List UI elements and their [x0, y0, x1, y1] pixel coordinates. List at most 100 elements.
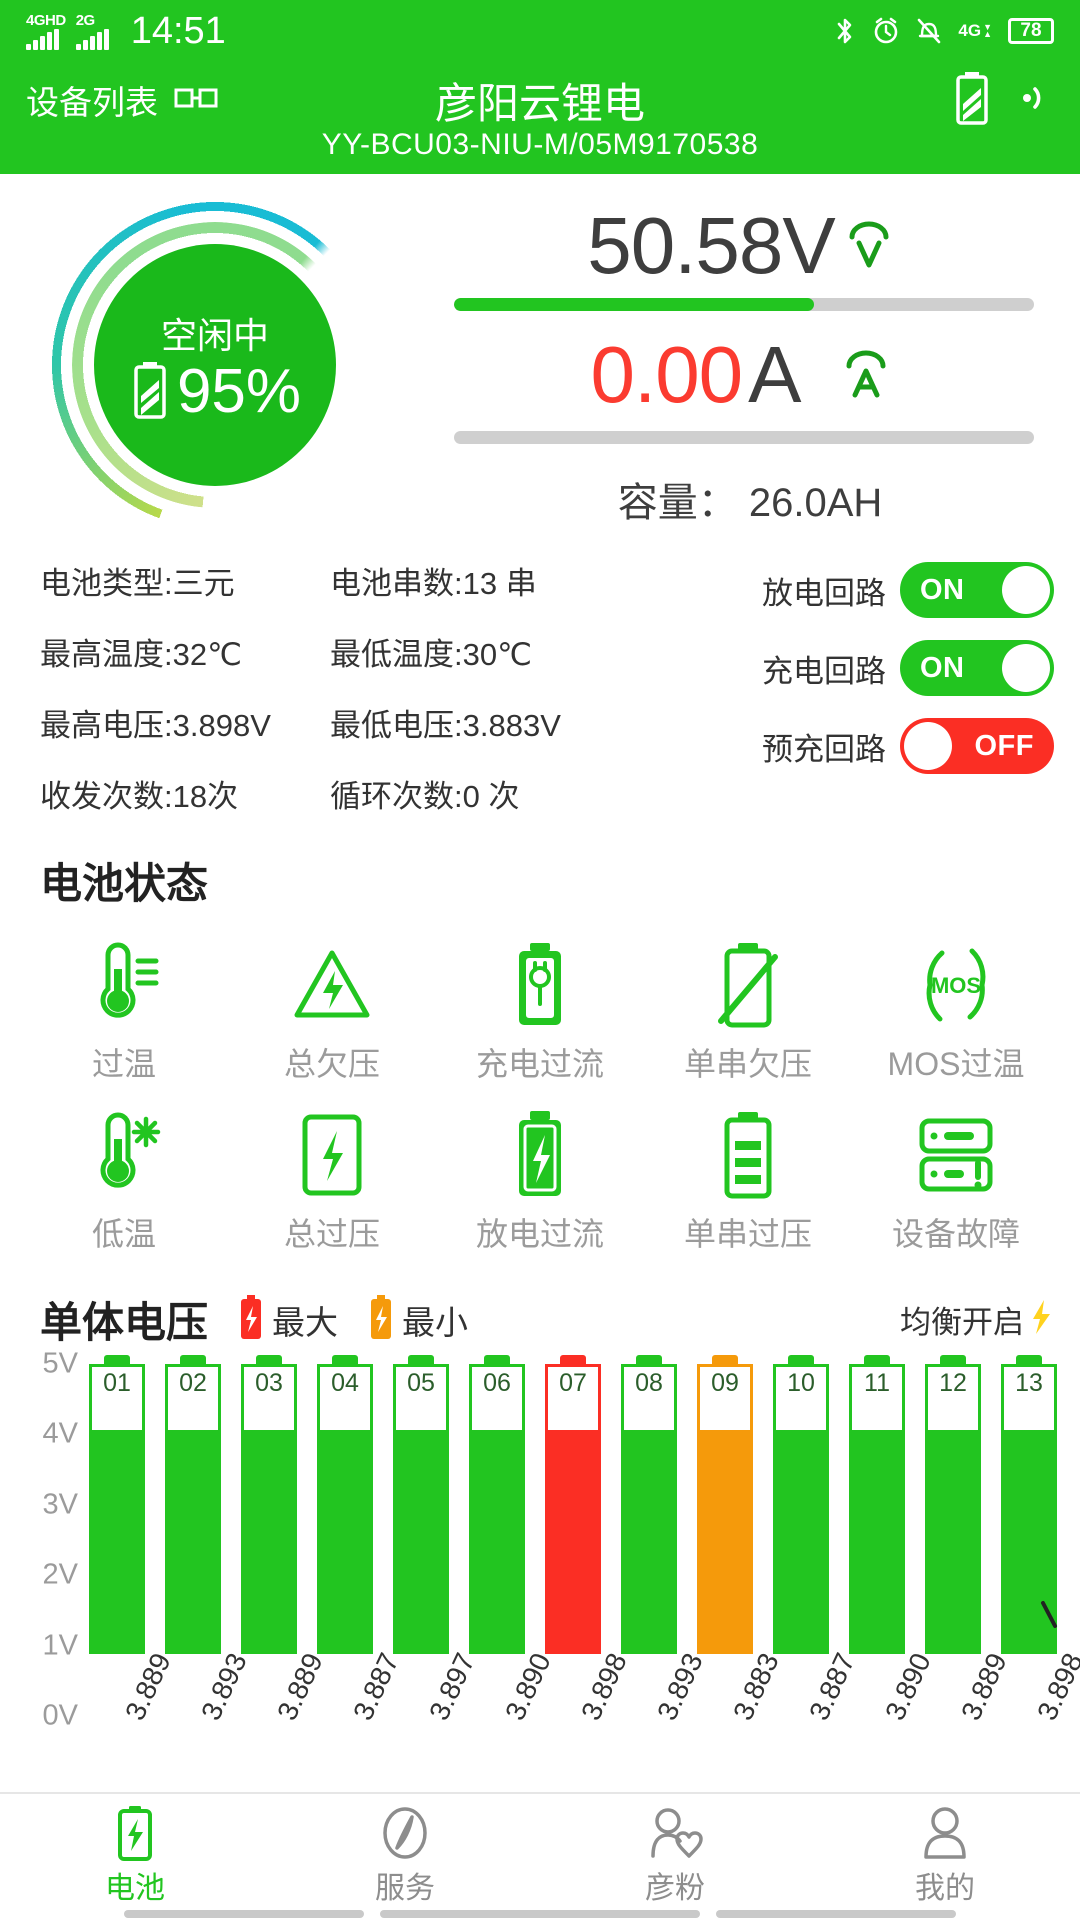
battery-icon[interactable] [952, 71, 992, 130]
cell-bar-column[interactable]: 07 3.898 [542, 1355, 633, 1725]
y-axis-tick: 4V [42, 1417, 78, 1450]
app-screen: 4GHD 2G 14:51 4G ▼ ▲ 78 设备列表 彦阳云锂电 YY-BC… [0, 0, 1080, 1920]
battery-bolt-icon [116, 1806, 154, 1861]
cell-bar-fill [776, 1430, 826, 1651]
signal-bars-secondary [75, 29, 109, 50]
battery-cap [788, 1355, 814, 1367]
cell-voltage-chart: 5V 4V 3V 2V 1V 0V 01 3.889 02 3.893 03 3.889 04 3.88… [0, 1347, 1080, 1750]
discharge-circuit-state: ON [920, 573, 965, 606]
battery-percent-text: 95% [176, 357, 302, 426]
nav-item-mine[interactable]: 我的 [810, 1807, 1080, 1907]
nav-item-service[interactable]: 服务 [270, 1807, 540, 1907]
status-item-over-temp[interactable]: 过温 [20, 929, 228, 1099]
toggle-knob [904, 722, 952, 770]
status-label: 单串过压 [683, 1216, 812, 1252]
soc-gauge: 空闲中 95% [50, 200, 380, 530]
cell-bar-column[interactable]: 01 3.889 [86, 1355, 177, 1725]
cell-voltage-header: 单体电压 最大 最小 均衡开启 [0, 1269, 1080, 1350]
battery-cap [560, 1355, 586, 1367]
cell-index-label: 13 [1015, 1369, 1043, 1397]
soc-gauge-wrap: 空闲中 95% [0, 200, 430, 530]
alarm-icon [872, 17, 900, 45]
cell-bar-column[interactable]: 13 3.898 [998, 1355, 1080, 1725]
status-item-charge-overcurrent[interactable]: 充电过流 [436, 929, 644, 1099]
cell-battery-bar: 05 [393, 1355, 449, 1654]
battery-slash-icon [713, 939, 783, 1031]
status-item-total-undervoltage[interactable]: 总欠压 [228, 929, 436, 1099]
capacity-text: 容量： 26.0AH [617, 481, 883, 525]
cell-bar-column[interactable]: 09 3.883 [694, 1355, 785, 1725]
device-id: YY-BCU03-NIU-M/05M9170538 [321, 128, 759, 161]
status-item-total-overvoltage[interactable]: 总过压 [228, 1099, 436, 1269]
devices-icon [174, 85, 218, 116]
battery-cap [256, 1355, 282, 1367]
status-label: 充电过流 [475, 1046, 604, 1082]
battery-plug-icon [505, 939, 575, 1031]
cell-bar-fill [244, 1430, 294, 1651]
device-list-button[interactable]: 设备列表 [26, 76, 218, 124]
param-series-count: 电池串数:13 串 [330, 566, 537, 601]
cell-battery-bar: 03 [241, 1355, 297, 1654]
cell-bar-fill [168, 1429, 218, 1651]
nav-item-fans[interactable]: 彦粉 [540, 1807, 810, 1907]
battery-cap [408, 1355, 434, 1367]
cell-bar-fill [852, 1430, 902, 1651]
cell-bar-column[interactable]: 04 3.887 [314, 1355, 405, 1725]
cell-bar-column[interactable]: 08 3.893 [618, 1355, 709, 1725]
precharge-circuit-toggle[interactable]: OFF [900, 718, 1054, 774]
battery-cap [1016, 1355, 1042, 1367]
cell-bar-column[interactable]: 06 3.890 [466, 1355, 557, 1725]
charge-circuit-label: 充电回路 [762, 653, 886, 689]
status-label: MOS过温 [887, 1046, 1025, 1082]
thermometer-cold-icon [82, 1109, 166, 1201]
battery-status-row: 低温 总过压 放电过流 单串过压 设备故障 [20, 1099, 1060, 1269]
cell-bar-column[interactable]: 12 3.889 [922, 1355, 1013, 1725]
balance-label: 均衡开启 [900, 1305, 1024, 1340]
battery-bolt-filled-icon [505, 1109, 575, 1201]
battery-cap [104, 1355, 130, 1367]
status-item-cell-undervoltage[interactable]: 单串欠压 [644, 929, 852, 1099]
nav-label: 我的 [915, 1872, 975, 1905]
signal-primary: 4GHD [26, 13, 66, 50]
summary-section: 空闲中 95% 50.58V 0.00 A 容量： 26.0AH [0, 174, 1080, 530]
cell-bar-fill [928, 1430, 978, 1651]
status-item-discharge-overcurrent[interactable]: 放电过流 [436, 1099, 644, 1269]
status-label: 总欠压 [283, 1046, 380, 1082]
cell-bar-column[interactable]: 05 3.897 [390, 1355, 481, 1725]
cell-bar-column[interactable]: 11 3.890 [846, 1355, 937, 1725]
rect-bolt-icon [295, 1109, 369, 1201]
legend-min: 最小 [368, 1295, 468, 1344]
charge-circuit-toggle[interactable]: ON [900, 640, 1054, 696]
status-item-low-temp[interactable]: 低温 [20, 1099, 228, 1269]
battery-cap [636, 1355, 662, 1367]
nav-item-battery[interactable]: 电池 [0, 1806, 270, 1907]
cell-bar-column[interactable]: 03 3.889 [238, 1355, 329, 1725]
signal-icon[interactable] [1020, 78, 1054, 123]
toggle-knob [1002, 644, 1050, 692]
y-axis-tick: 5V [42, 1347, 78, 1380]
cell-bar-fill [548, 1429, 598, 1651]
balance-status: 均衡开启 [900, 1297, 1054, 1342]
status-bar-left: 4GHD 2G 14:51 [26, 12, 226, 50]
cell-index-label: 01 [103, 1369, 131, 1397]
mobile-data-icon: 4G ▼ ▲ [958, 21, 992, 40]
device-list-label: 设备列表 [26, 84, 158, 121]
discharge-circuit-toggle[interactable]: ON [900, 562, 1054, 618]
voltage-bar-fill [454, 298, 814, 311]
cell-bar-column[interactable]: 02 3.893 [162, 1355, 253, 1725]
status-item-cell-overvoltage[interactable]: 单串过压 [644, 1099, 852, 1269]
cell-bar-fill [92, 1430, 142, 1651]
battery-cap [332, 1355, 358, 1367]
network-type-primary: 4GHD [26, 12, 66, 29]
battery-cap [712, 1355, 738, 1367]
status-item-device-fault[interactable]: 设备故障 [852, 1099, 1060, 1269]
voltage-row: 50.58V [430, 204, 1054, 288]
battery-status-title: 电池状态 [40, 860, 209, 907]
cell-bar-column[interactable]: 10 3.887 [770, 1355, 861, 1725]
battery-cap [484, 1355, 510, 1367]
battery-icon [129, 361, 171, 424]
status-item-mos-over-temp[interactable]: MOS MOS过温 [852, 929, 1060, 1099]
cell-index-label: 03 [255, 1369, 283, 1397]
battery-cap [940, 1355, 966, 1367]
bluetooth-icon [834, 16, 856, 46]
